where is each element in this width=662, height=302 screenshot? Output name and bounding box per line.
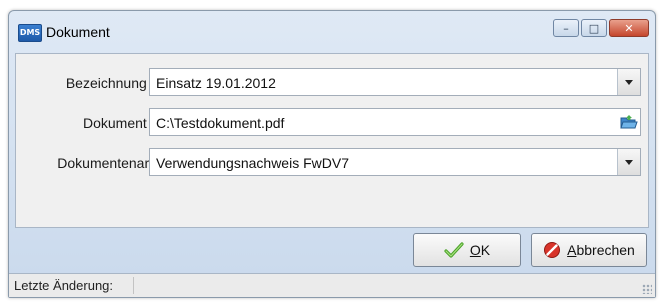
button-bar: OK Abbrechen — [9, 233, 655, 273]
minimize-icon: – — [563, 21, 569, 35]
dokument-value: C:\Testdokument.pdf — [156, 115, 285, 131]
folder-open-icon — [620, 115, 638, 129]
bezeichnung-dropdown-button[interactable] — [617, 69, 640, 95]
bezeichnung-label: Bezeichnung• — [66, 75, 153, 91]
dokumentenart-combobox[interactable]: Verwendungsnachweis FwDV7 — [149, 148, 641, 176]
ok-button-label: OK — [469, 242, 491, 258]
status-bar: Letzte Änderung: — [9, 273, 655, 297]
bezeichnung-combobox[interactable]: Einsatz 19.01.2012 — [149, 68, 641, 96]
browse-file-button[interactable] — [618, 109, 640, 135]
dokumentenart-label: Dokumentenart — [57, 155, 153, 171]
dokument-field[interactable]: C:\Testdokument.pdf — [149, 108, 641, 136]
window-title: Dokument — [46, 24, 110, 40]
app-icon: DMS — [18, 24, 42, 42]
dokumentenart-dropdown-button[interactable] — [617, 149, 640, 175]
close-icon: ✕ — [624, 21, 634, 35]
row-dokumentenart: Dokumentenart Verwendungsnachweis FwDV7 — [16, 148, 648, 178]
row-bezeichnung: Bezeichnung• Einsatz 19.01.2012 — [16, 68, 648, 98]
ok-button[interactable]: OK — [413, 233, 521, 267]
cancel-icon — [544, 242, 561, 258]
maximize-icon: □ — [588, 21, 600, 35]
form-panel: Bezeichnung• Einsatz 19.01.2012 Dokument… — [15, 53, 649, 228]
last-change-label: Letzte Änderung: — [14, 278, 114, 293]
chevron-down-icon — [625, 79, 633, 85]
dokumentenart-value: Verwendungsnachweis FwDV7 — [156, 155, 349, 171]
row-dokument: Dokument• C:\Testdokument.pdf — [16, 108, 648, 138]
status-divider — [133, 277, 134, 294]
resize-grip-icon[interactable] — [642, 284, 652, 294]
dokument-label: Dokument• — [83, 115, 153, 131]
window-controls: – □ ✕ — [553, 19, 649, 37]
bezeichnung-value: Einsatz 19.01.2012 — [156, 75, 276, 91]
title-bar[interactable]: DMS Dokument – □ ✕ — [9, 11, 655, 53]
checkmark-icon — [444, 242, 464, 258]
chevron-down-icon — [625, 159, 633, 165]
cancel-button-label: Abbrechen — [567, 242, 635, 258]
maximize-button[interactable]: □ — [581, 19, 607, 37]
dialog-window: DMS Dokument – □ ✕ Bezeichnung• Einsatz … — [8, 10, 656, 298]
close-button[interactable]: ✕ — [609, 19, 649, 37]
minimize-button[interactable]: – — [553, 19, 579, 37]
cancel-button[interactable]: Abbrechen — [531, 233, 647, 267]
